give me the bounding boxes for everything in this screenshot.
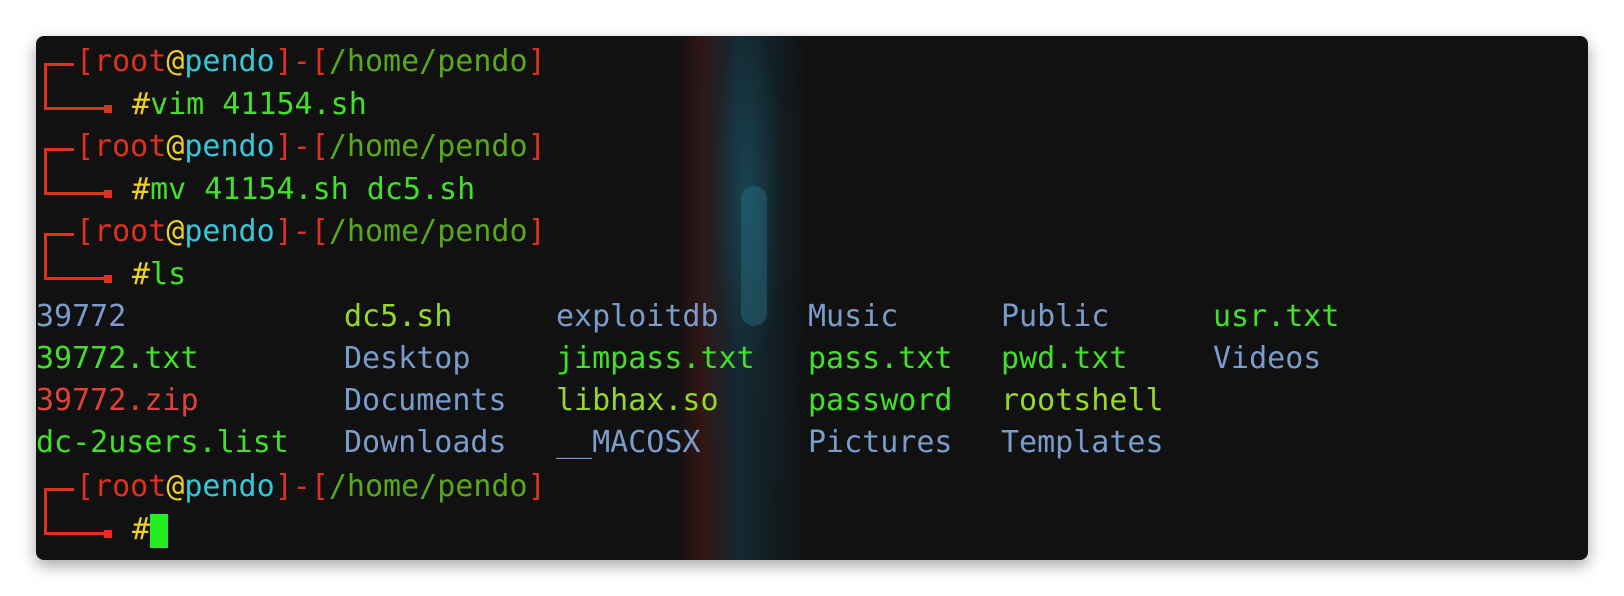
prompt-dash: - <box>292 214 311 249</box>
prompt-corner-top <box>44 233 74 236</box>
ls-entry: Desktop <box>344 341 471 376</box>
prompt-path: /home/pendo <box>328 469 528 504</box>
prompt-corner-top <box>44 148 74 151</box>
prompt-path-open: [ <box>310 129 329 164</box>
prompt-user: root <box>94 129 167 164</box>
prompt-corner-top <box>44 63 74 66</box>
prompt-user: root <box>94 214 167 249</box>
command-text: vim 41154.sh <box>150 87 367 122</box>
prompt-path-close: ] <box>527 469 546 504</box>
prompt-path-close: ] <box>527 44 546 79</box>
terminal-screen[interactable]: [root@pendo]-[/home/pendo] #vim 41154.sh[… <box>36 36 1588 560</box>
prompt-corner-bottom <box>44 107 106 110</box>
ls-entry: dc5.sh <box>344 299 453 334</box>
ls-entry: Downloads <box>344 425 507 460</box>
terminal-cursor <box>150 514 169 548</box>
prompt-corner-vertical <box>44 63 47 109</box>
prompt-user: root <box>94 469 167 504</box>
ls-entry: Documents <box>344 383 507 418</box>
ls-entry: __MACOSX <box>556 425 701 460</box>
prompt-path-open: [ <box>310 469 329 504</box>
ls-entry: Videos <box>1213 341 1322 376</box>
prompt-hash: # <box>132 512 151 547</box>
ls-entry: Pictures <box>808 425 953 460</box>
ls-entry: usr.txt <box>1213 299 1340 334</box>
prompt-corner-end <box>104 275 112 283</box>
prompt-close-bracket: ] <box>274 129 293 164</box>
prompt-open-bracket: [ <box>76 44 95 79</box>
prompt-hash: # <box>132 257 151 292</box>
prompt-corner-top <box>44 488 74 491</box>
prompt-line: [root@pendo]-[/home/pendo] <box>76 129 546 165</box>
prompt-corner-end <box>104 105 112 113</box>
prompt-path-open: [ <box>310 214 329 249</box>
prompt-corner-bottom <box>44 192 106 195</box>
prompt-at: @ <box>166 469 185 504</box>
prompt-hash: # <box>132 87 151 122</box>
ls-entry: exploitdb <box>556 299 719 334</box>
prompt-line: [root@pendo]-[/home/pendo] <box>76 214 546 250</box>
ls-entry: Public <box>1001 299 1110 334</box>
prompt-line: [root@pendo]-[/home/pendo] <box>76 44 546 80</box>
prompt-host: pendo <box>184 469 275 504</box>
command-text: mv 41154.sh dc5.sh <box>150 172 476 207</box>
ls-entry: 39772.txt <box>36 341 199 376</box>
prompt-open-bracket: [ <box>76 214 95 249</box>
prompt-at: @ <box>166 44 185 79</box>
prompt-path: /home/pendo <box>328 129 528 164</box>
ls-entry: Music <box>808 299 899 334</box>
ls-entry: dc-2users.list <box>36 425 289 460</box>
prompt-open-bracket: [ <box>76 129 95 164</box>
prompt-open-bracket: [ <box>76 469 95 504</box>
prompt-close-bracket: ] <box>274 44 293 79</box>
prompt-at: @ <box>166 129 185 164</box>
command-line: #mv 41154.sh dc5.sh <box>132 172 475 208</box>
prompt-close-bracket: ] <box>274 469 293 504</box>
prompt-line: [root@pendo]-[/home/pendo] <box>76 469 546 505</box>
ls-entry: rootshell <box>1001 383 1164 418</box>
prompt-corner-vertical <box>44 148 47 194</box>
prompt-corner-vertical <box>44 233 47 279</box>
prompt-corner-end <box>104 190 112 198</box>
prompt-path-close: ] <box>527 214 546 249</box>
prompt-user: root <box>94 44 167 79</box>
ls-entry: libhax.so <box>556 383 719 418</box>
prompt-corner-end <box>104 530 112 538</box>
ls-entry: 39772.zip <box>36 383 199 418</box>
prompt-host: pendo <box>184 214 275 249</box>
prompt-dash: - <box>292 44 311 79</box>
prompt-dash: - <box>292 469 311 504</box>
command-line: #ls <box>132 257 186 293</box>
prompt-close-bracket: ] <box>274 214 293 249</box>
ls-entry: jimpass.txt <box>556 341 755 376</box>
prompt-corner-bottom <box>44 277 106 280</box>
prompt-path: /home/pendo <box>328 44 528 79</box>
ls-entry: pass.txt <box>808 341 953 376</box>
prompt-path-close: ] <box>527 129 546 164</box>
prompt-host: pendo <box>184 129 275 164</box>
terminal-window[interactable]: [root@pendo]-[/home/pendo] #vim 41154.sh[… <box>36 36 1588 560</box>
prompt-path-open: [ <box>310 44 329 79</box>
ls-entry: password <box>808 383 953 418</box>
prompt-corner-vertical <box>44 488 47 534</box>
prompt-host: pendo <box>184 44 275 79</box>
command-line: # <box>132 512 150 548</box>
command-line: #vim 41154.sh <box>132 87 367 123</box>
prompt-corner-bottom <box>44 532 106 535</box>
prompt-at: @ <box>166 214 185 249</box>
command-text: ls <box>150 257 187 292</box>
ls-entry: 39772 <box>36 299 127 334</box>
prompt-dash: - <box>292 129 311 164</box>
prompt-hash: # <box>132 172 151 207</box>
ls-entry: Templates <box>1001 425 1164 460</box>
ls-entry: pwd.txt <box>1001 341 1128 376</box>
prompt-path: /home/pendo <box>328 214 528 249</box>
